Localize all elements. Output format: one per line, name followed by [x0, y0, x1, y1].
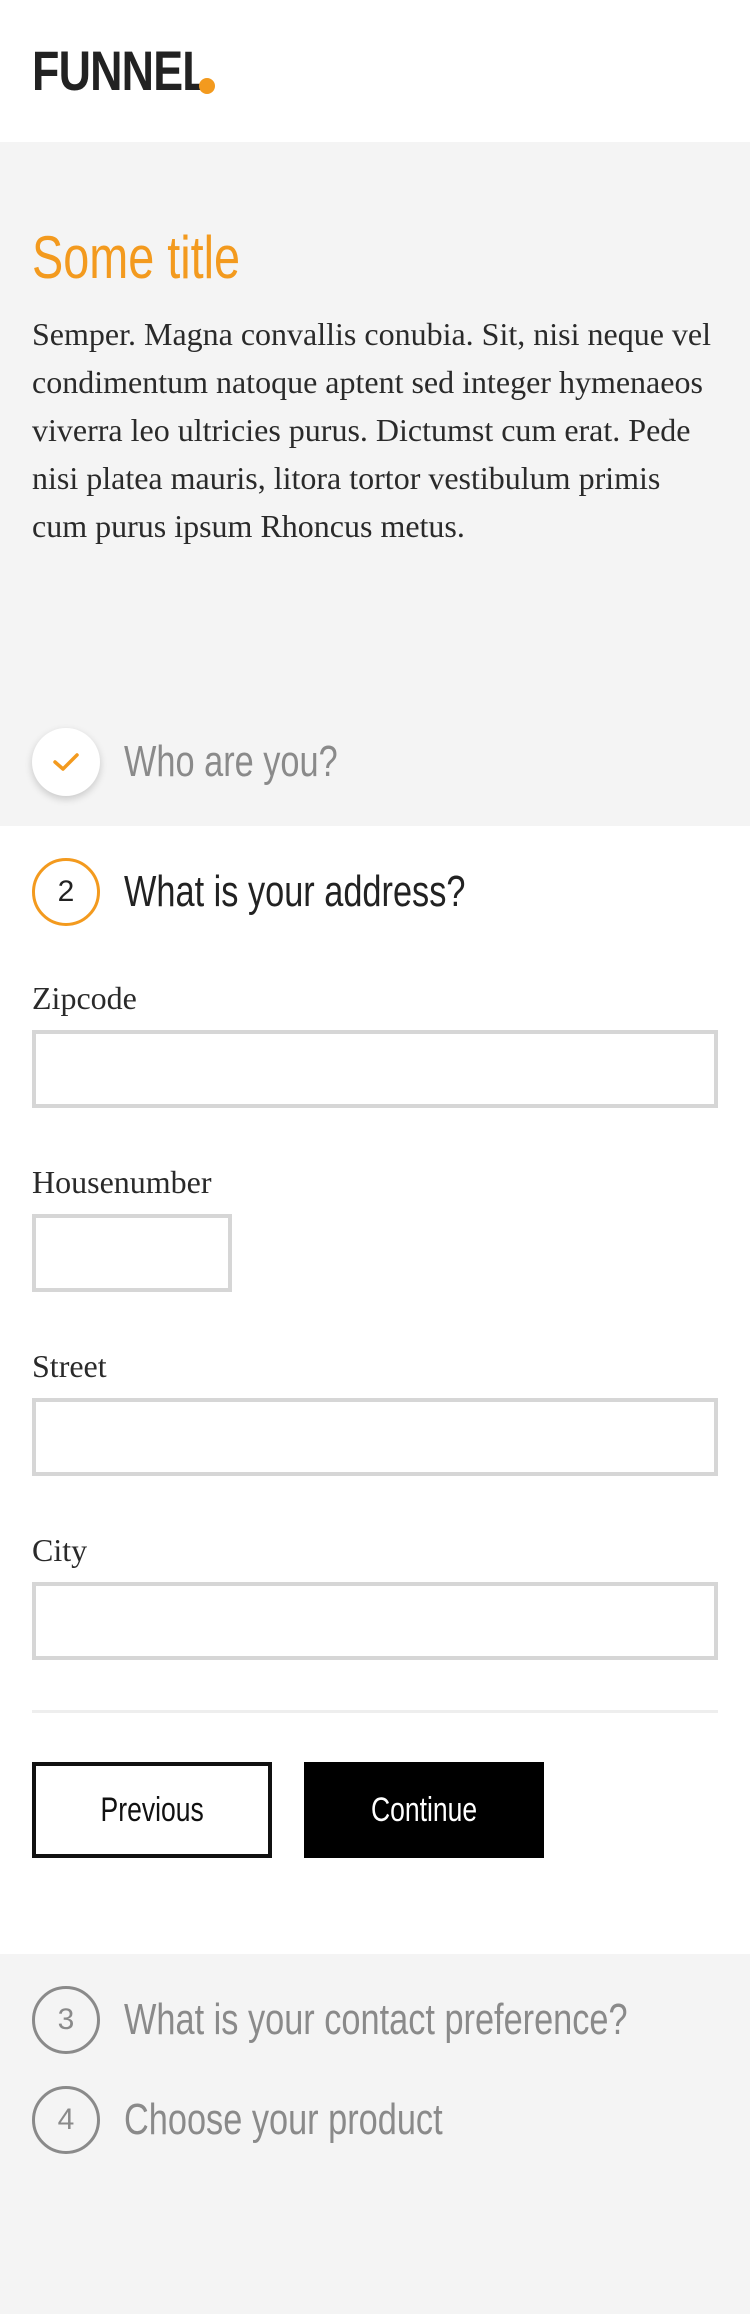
city-label: City — [32, 1532, 88, 1568]
logo[interactable]: FUNNEL — [32, 38, 210, 104]
step-3-label: What is your contact preference? — [124, 1995, 628, 2044]
step-1-indicator — [32, 728, 100, 796]
previous-button-label: Previous — [100, 1790, 204, 1829]
step-2-label: What is your address? — [124, 867, 466, 916]
step-1-label: Who are you? — [124, 737, 338, 786]
housenumber-input[interactable] — [32, 1214, 232, 1292]
continue-button-label: Continue — [370, 1790, 478, 1829]
header: FUNNEL — [0, 0, 750, 142]
step-4-label: Choose your product — [124, 2095, 443, 2144]
city-input[interactable] — [32, 1582, 718, 1660]
page-title: Some title — [32, 224, 241, 291]
step-4-indicator: 4 — [32, 2086, 100, 2154]
form-divider — [32, 1710, 718, 1713]
previous-button[interactable]: Previous — [32, 1762, 272, 1858]
step-2-indicator: 2 — [32, 858, 100, 926]
logo-dot — [199, 78, 215, 94]
housenumber-label: Housenumber — [32, 1164, 212, 1200]
step-3-indicator: 3 — [32, 1986, 100, 2054]
continue-button[interactable]: Continue — [304, 1762, 544, 1858]
intro-text: Semper. Magna convallis conubia. Sit, ni… — [32, 316, 711, 544]
street-input[interactable] — [32, 1398, 718, 1476]
zipcode-label: Zipcode — [32, 980, 137, 1016]
street-label: Street — [32, 1348, 107, 1384]
zipcode-input[interactable] — [32, 1030, 718, 1108]
checkmark-icon — [53, 753, 79, 771]
